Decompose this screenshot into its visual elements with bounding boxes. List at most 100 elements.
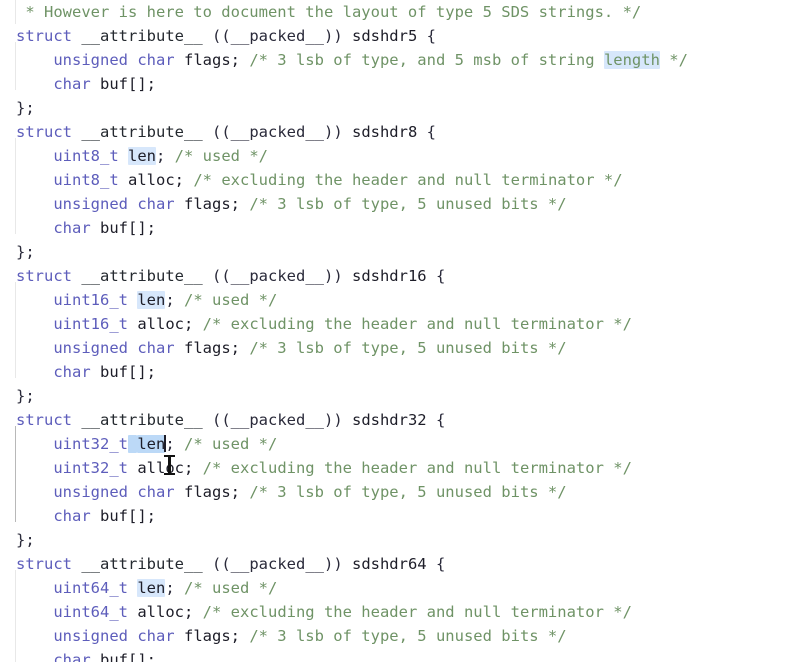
comment-text: /* used */	[174, 291, 278, 309]
code-editor-viewport[interactable]: * However is here to document the layout…	[0, 0, 800, 662]
code-line-13[interactable]: uint16_t len; /* used */	[0, 288, 800, 312]
semicolon: ;	[165, 291, 175, 309]
brace-close: };	[16, 387, 35, 405]
comment-text: /* used */	[165, 147, 268, 165]
keyword-struct: struct	[16, 27, 72, 45]
code-line-7[interactable]: uint8_t len; /* used */	[0, 144, 800, 168]
keyword-unsigned-char: unsigned char	[53, 51, 175, 69]
struct-name-sdshdr16: sdshdr16	[351, 267, 427, 285]
code-lines-container[interactable]: * However is here to document the layout…	[0, 0, 800, 662]
code-line-23[interactable]: };	[0, 528, 800, 552]
code-line-5[interactable]: };	[0, 96, 800, 120]
keyword-unsigned-char: unsigned char	[53, 483, 175, 501]
struct-name-sdshdr8: sdshdr8	[351, 123, 418, 141]
code-line-6[interactable]: struct __attribute__ ((__packed__)) sdsh…	[0, 120, 800, 144]
occurrence-highlight-length: length	[603, 51, 660, 69]
type-uint32: uint32_t	[53, 435, 128, 453]
code-line-17[interactable]: };	[0, 384, 800, 408]
code-line-3[interactable]: unsigned char flags; /* 3 lsb of type, a…	[0, 48, 800, 72]
code-line-18[interactable]: struct __attribute__ ((__packed__)) sdsh…	[0, 408, 800, 432]
brace-close: };	[16, 99, 35, 117]
keyword-struct: struct	[16, 411, 72, 429]
comment-text: /* excluding the header and null termina…	[193, 459, 632, 477]
attribute-keyword: __attribute__	[81, 555, 203, 573]
code-line-19[interactable]: uint32_t len; /* used */	[0, 432, 800, 456]
field-flags: flags;	[174, 627, 240, 645]
code-line-4[interactable]: char buf[];	[0, 72, 800, 96]
packed-attribute: ((__packed__))	[202, 555, 352, 573]
code-line-20[interactable]: uint32_t alloc; /* excluding the header …	[0, 456, 800, 480]
code-line-14[interactable]: uint16_t alloc; /* excluding the header …	[0, 312, 800, 336]
selection-leading-space	[127, 435, 138, 453]
code-line-9[interactable]: unsigned char flags; /* 3 lsb of type, 5…	[0, 192, 800, 216]
comment-text: /* excluding the header and null termina…	[184, 171, 623, 189]
type-uint16: uint16_t	[53, 291, 128, 309]
keyword-unsigned-char: unsigned char	[53, 339, 175, 357]
packed-attribute: ((__packed__))	[202, 123, 352, 141]
code-line-1[interactable]: * However is here to document the layout…	[0, 0, 800, 24]
attribute-keyword: __attribute__	[81, 267, 203, 285]
code-line-2[interactable]: struct __attribute__ ((__packed__)) sdsh…	[0, 24, 800, 48]
packed-attribute: ((__packed__))	[202, 267, 352, 285]
code-line-22[interactable]: char buf[];	[0, 504, 800, 528]
code-line-27[interactable]: unsigned char flags; /* 3 lsb of type, 5…	[0, 624, 800, 648]
field-flags: flags;	[174, 339, 240, 357]
comment-text: /* 3 lsb of type, 5 unused bits */	[239, 195, 567, 213]
field-buf: buf[];	[90, 219, 156, 237]
code-line-21[interactable]: unsigned char flags; /* 3 lsb of type, 5…	[0, 480, 800, 504]
code-line-8[interactable]: uint8_t alloc; /* excluding the header a…	[0, 168, 800, 192]
comment-text: /* used */	[174, 435, 278, 453]
code-line-15[interactable]: unsigned char flags; /* 3 lsb of type, 5…	[0, 336, 800, 360]
code-line-26[interactable]: uint64_t alloc; /* excluding the header …	[0, 600, 800, 624]
occurrence-highlight-len: len	[128, 147, 156, 165]
field-alloc: alloc;	[137, 315, 194, 333]
code-line-12[interactable]: struct __attribute__ ((__packed__)) sdsh…	[0, 264, 800, 288]
code-line-24[interactable]: struct __attribute__ ((__packed__)) sdsh…	[0, 552, 800, 576]
keyword-struct: struct	[16, 267, 72, 285]
code-line-16[interactable]: char buf[];	[0, 360, 800, 384]
comment-text: /* excluding the header and null termina…	[193, 603, 632, 621]
occurrence-highlight-len: len	[137, 579, 166, 597]
comment-text: /* excluding the header and null termina…	[193, 315, 632, 333]
code-line-11[interactable]: };	[0, 240, 800, 264]
type-uint16: uint16_t	[53, 315, 128, 333]
comment-text: */	[659, 51, 688, 69]
comment-text: /* 3 lsb of type, 5 unused bits */	[239, 483, 567, 501]
type-uint64: uint64_t	[53, 579, 128, 597]
field-flags: flags;	[174, 483, 240, 501]
field-buf: buf[];	[90, 75, 156, 93]
code-line-28[interactable]: char buf[];	[0, 648, 800, 662]
field-alloc: alloc;	[137, 459, 194, 477]
comment-text: /* 3 lsb of type, 5 unused bits */	[239, 627, 567, 645]
code-line-10[interactable]: char buf[];	[0, 216, 800, 240]
brace-open: {	[435, 267, 446, 285]
type-uint8: uint8_t	[53, 147, 119, 165]
brace-open: {	[435, 411, 446, 429]
field-buf: buf[];	[90, 507, 156, 525]
field-buf: buf[];	[90, 651, 156, 662]
code-line-25[interactable]: uint64_t len; /* used */	[0, 576, 800, 600]
